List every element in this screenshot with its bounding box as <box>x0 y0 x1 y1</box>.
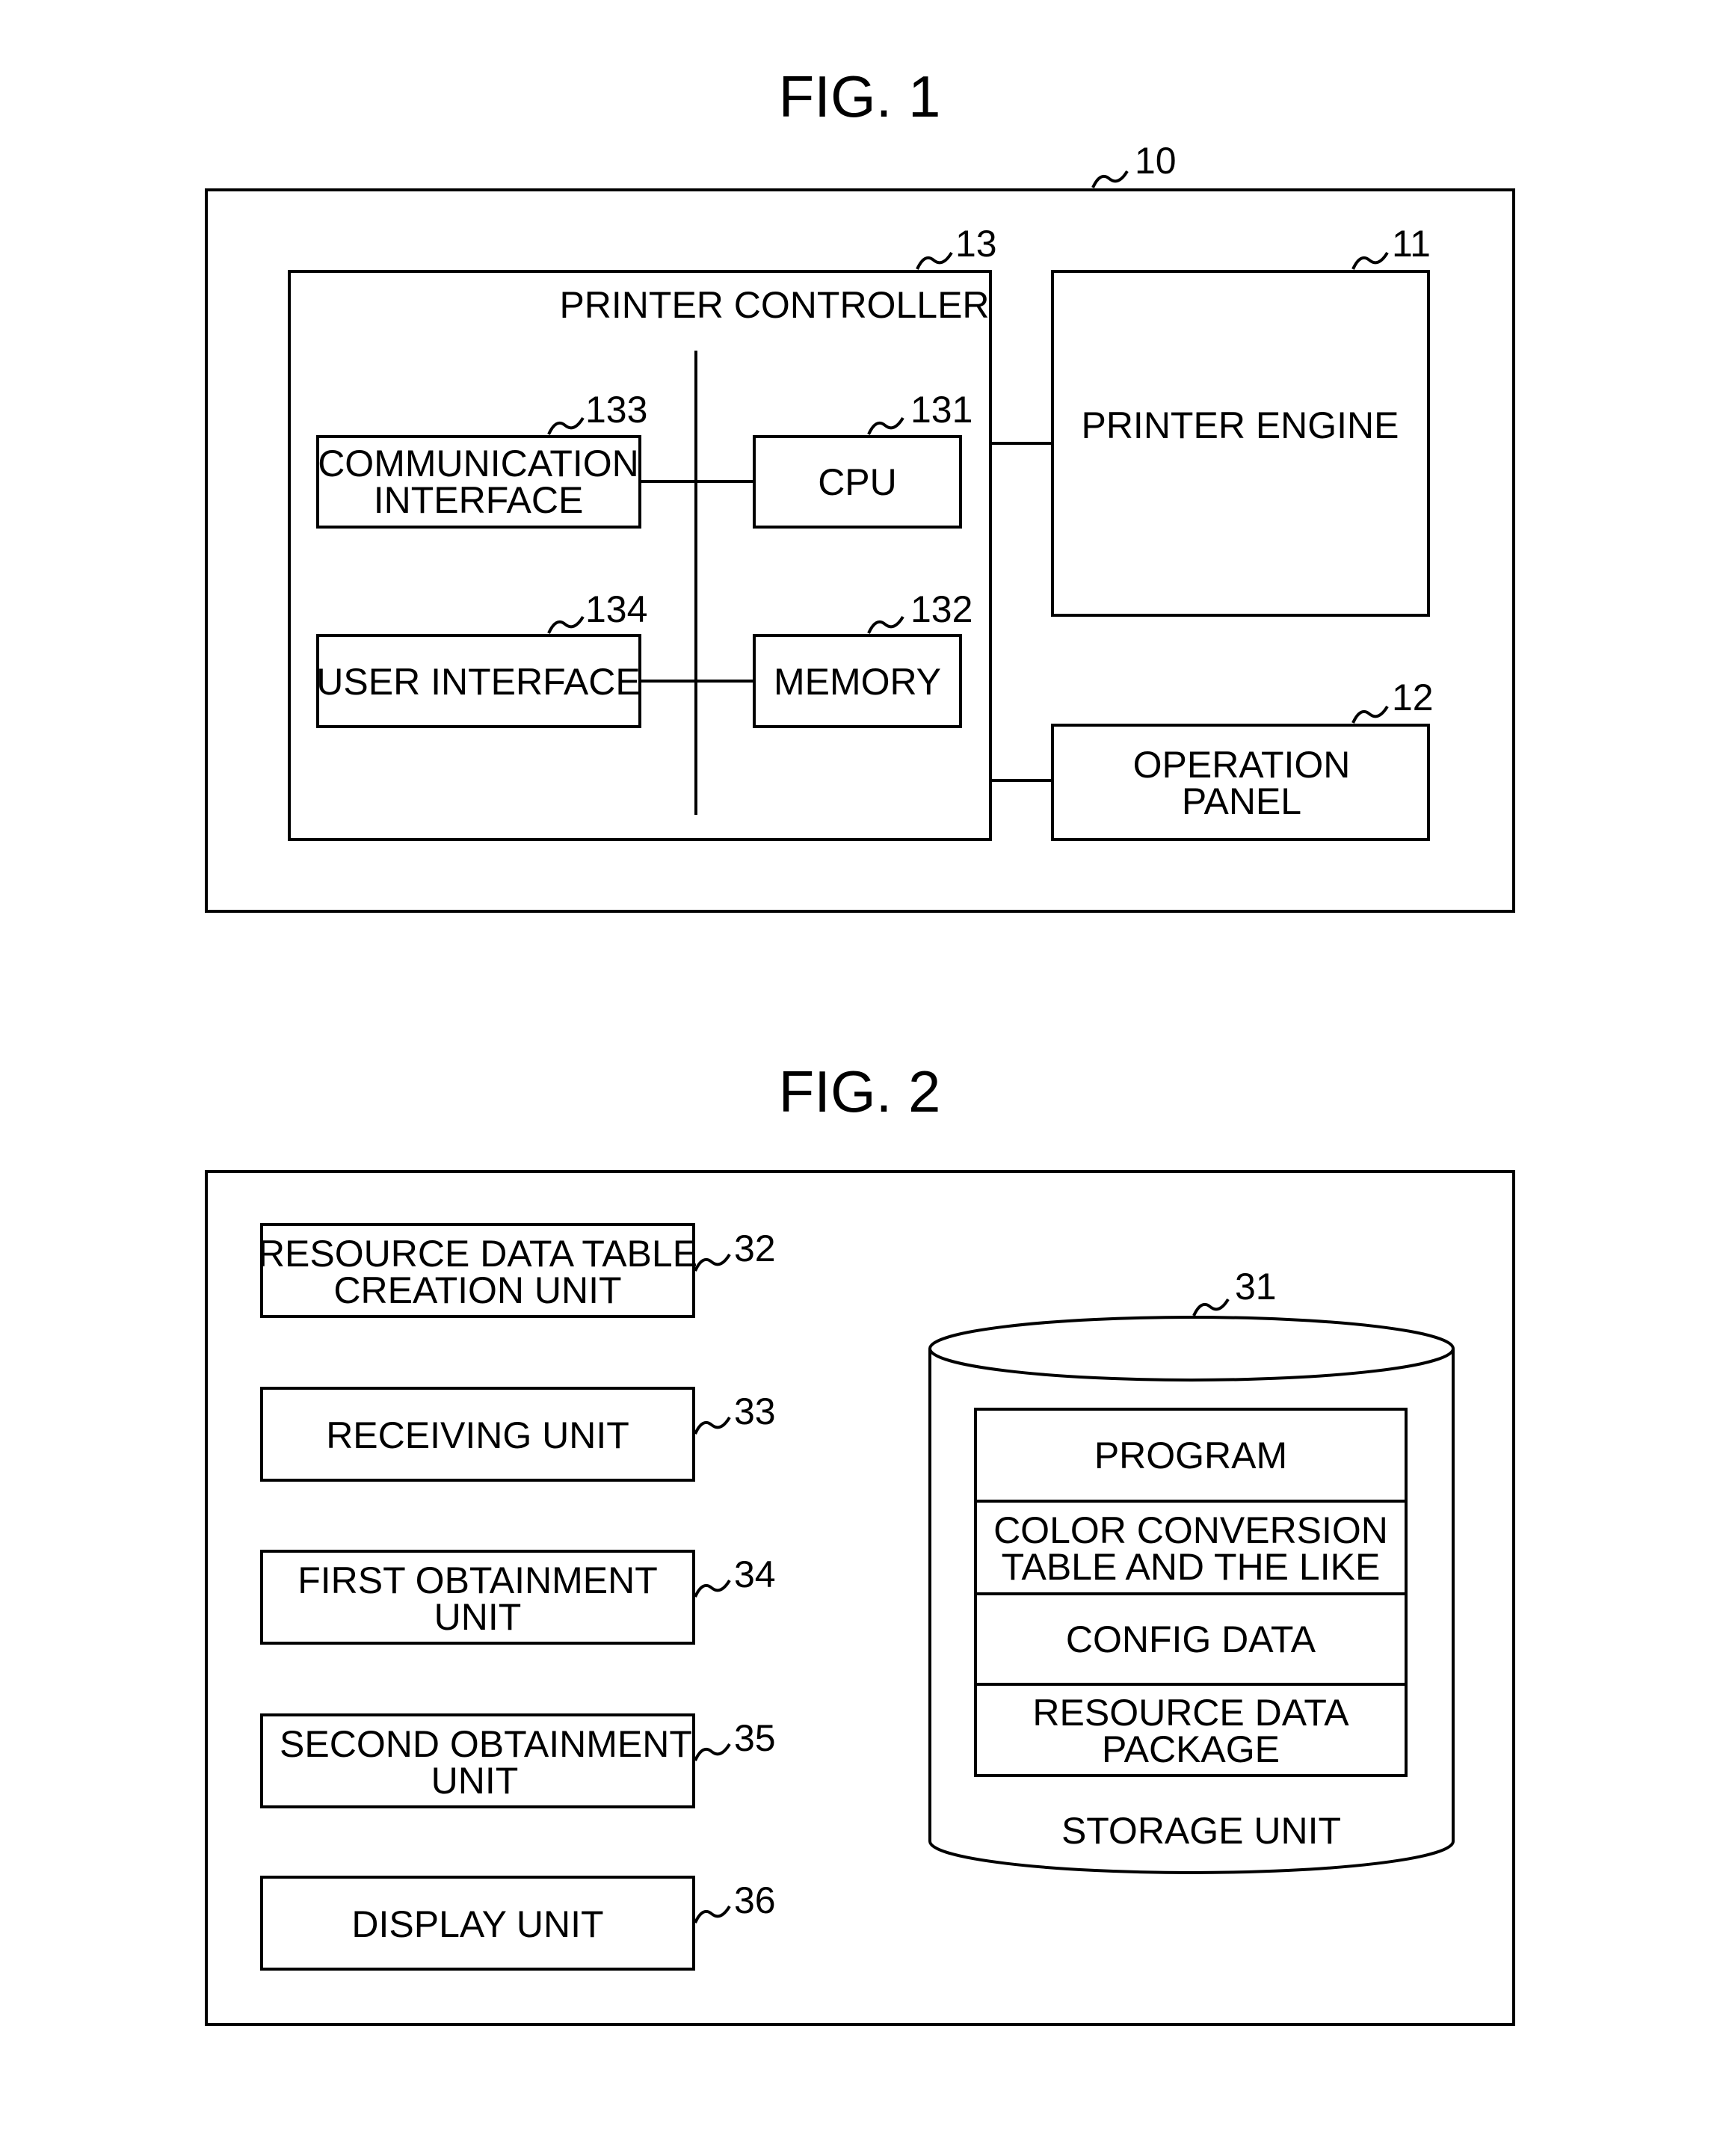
leader-10-icon <box>1091 170 1129 188</box>
cylinder-body <box>928 1349 1455 1874</box>
user-interface-label: USER INTERFACE <box>316 661 640 703</box>
leader-36-icon <box>694 1905 731 1924</box>
leader-32-icon <box>694 1253 731 1272</box>
ref-33: 33 <box>734 1390 776 1432</box>
unit-34-label-1: FIRST OBTAINMENT <box>298 1559 658 1601</box>
unit-32-label-2: CREATION UNIT <box>333 1269 621 1311</box>
leader-131-icon <box>867 416 904 435</box>
leader-35-icon <box>694 1743 731 1761</box>
unit-35-label-1: SECOND OBTAINMENT <box>280 1723 692 1765</box>
cylinder-top <box>928 1316 1455 1382</box>
ref-132: 132 <box>910 588 972 630</box>
memory-label: MEMORY <box>774 661 941 703</box>
leader-31-icon <box>1192 1298 1230 1316</box>
leader-134-icon <box>547 615 585 634</box>
ref-32: 32 <box>734 1228 776 1269</box>
unit-32-label-1: RESOURCE DATA TABLE <box>258 1233 697 1275</box>
cpu-label: CPU <box>818 461 897 503</box>
leader-11-icon <box>1351 251 1389 270</box>
operation-panel-label-1: OPERATION <box>1133 744 1351 786</box>
ref-11: 11 <box>1392 223 1431 265</box>
leader-12-icon <box>1351 705 1389 724</box>
ref-134: 134 <box>585 588 647 630</box>
storage-color-conversion-label-2: TABLE AND THE LIKE <box>1002 1546 1381 1588</box>
ref-34: 34 <box>734 1553 776 1595</box>
printer-controller-label: PRINTER CONTROLLER <box>559 284 989 326</box>
ref-36: 36 <box>734 1879 776 1921</box>
storage-config-data-label: CONFIG DATA <box>1066 1618 1316 1660</box>
leader-132-icon <box>867 615 904 634</box>
storage-unit-label: STORAGE UNIT <box>1061 1810 1341 1852</box>
storage-program-label: PROGRAM <box>1094 1435 1287 1476</box>
fig2-title: FIG. 2 <box>779 1059 941 1124</box>
printer-controller-box <box>288 270 992 841</box>
printer-engine-label: PRINTER ENGINE <box>1081 404 1399 446</box>
unit-36-label-1: DISPLAY UNIT <box>351 1903 603 1945</box>
storage-resource-package-label-2: PACKAGE <box>1102 1728 1280 1770</box>
communication-interface-label-2: INTERFACE <box>374 479 584 521</box>
unit-34-label-2: UNIT <box>434 1596 522 1638</box>
leader-13-icon <box>916 251 953 270</box>
ref-35: 35 <box>734 1717 776 1759</box>
leader-133-icon <box>547 416 585 435</box>
ref-133: 133 <box>585 389 647 431</box>
unit-35-label-2: UNIT <box>431 1760 519 1802</box>
ref-10: 10 <box>1135 140 1177 182</box>
storage-color-conversion-label-1: COLOR CONVERSION <box>993 1509 1388 1551</box>
patent-figures: FIG. 1 10 13 PRINTER CONTROLLER 133 COMM… <box>205 64 1515 2026</box>
figure-1: FIG. 1 10 13 PRINTER CONTROLLER 133 COMM… <box>205 64 1515 913</box>
communication-interface-label-1: COMMUNICATION <box>318 443 639 484</box>
ref-13: 13 <box>955 223 997 265</box>
ref-12: 12 <box>1392 677 1434 718</box>
storage-resource-package-label-1: RESOURCE DATA <box>1032 1692 1349 1734</box>
unit-33-label-1: RECEIVING UNIT <box>326 1414 629 1456</box>
fig1-title: FIG. 1 <box>779 64 941 129</box>
ref-31: 31 <box>1235 1266 1277 1308</box>
operation-panel-label-2: PANEL <box>1182 780 1301 822</box>
leader-34-icon <box>694 1579 731 1598</box>
ref-131: 131 <box>910 389 972 431</box>
figure-2: FIG. 2 32 RESOURCE DATA TABLE CREATION U… <box>205 1059 1515 2026</box>
leader-33-icon <box>694 1416 731 1435</box>
